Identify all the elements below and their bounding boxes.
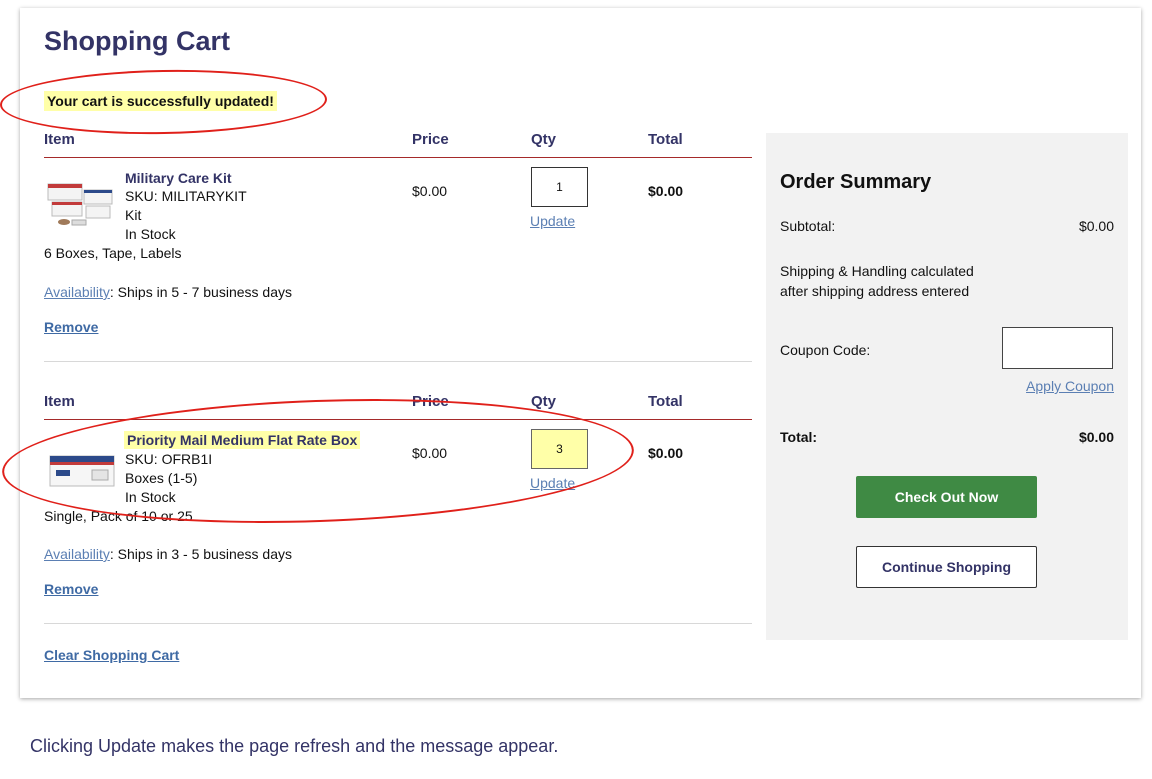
item-sku: SKU: OFRB1I bbox=[125, 451, 213, 467]
caption: Clicking Update makes the page refresh a… bbox=[30, 736, 559, 756]
subtotal-value: $0.00 bbox=[1078, 218, 1114, 234]
item-stock: In Stock bbox=[125, 226, 176, 242]
item-sku: SKU: MILITARYKIT bbox=[125, 188, 247, 204]
checkout-button[interactable]: Check Out Now bbox=[856, 476, 1037, 518]
apply-coupon-link[interactable]: Apply Coupon bbox=[1026, 378, 1114, 394]
update-link[interactable]: Update bbox=[530, 475, 575, 491]
success-message: Your cart is successfully updated! bbox=[44, 91, 277, 111]
coupon-label: Coupon Code: bbox=[780, 342, 871, 358]
availability-text: : Ships in 3 - 5 business days bbox=[109, 546, 292, 562]
availability-text: : Ships in 5 - 7 business days bbox=[109, 284, 292, 300]
total-label: Total: bbox=[780, 429, 818, 445]
col-header-qty: Qty bbox=[531, 131, 557, 148]
item-description: 6 Boxes, Tape, Labels bbox=[44, 245, 182, 261]
availability-link[interactable]: Availability bbox=[44, 546, 110, 562]
subtotal-label: Subtotal: bbox=[780, 218, 836, 234]
col-header-item: Item bbox=[44, 393, 75, 410]
col-header-item: Item bbox=[44, 131, 75, 148]
quantity-input[interactable]: 1 bbox=[531, 167, 588, 207]
col-header-qty: Qty bbox=[531, 393, 557, 410]
col-header-price: Price bbox=[412, 393, 449, 410]
item-description: Single, Pack of 10 or 25 bbox=[44, 508, 193, 524]
shipping-note-line1: Shipping & Handling calculated bbox=[780, 263, 974, 279]
coupon-input[interactable] bbox=[1002, 327, 1113, 369]
shipping-note-line2: after shipping address entered bbox=[780, 283, 970, 299]
availability-line: Availability: Ships in 5 - 7 business da… bbox=[44, 284, 292, 300]
col-header-total: Total bbox=[648, 393, 683, 410]
item-price: $0.00 bbox=[412, 183, 448, 199]
item-total: $0.00 bbox=[648, 183, 684, 199]
total-value: $0.00 bbox=[1078, 429, 1114, 445]
page-title: Shopping Cart bbox=[44, 26, 230, 56]
flat-rate-box-image bbox=[49, 455, 115, 487]
item-type: Kit bbox=[125, 207, 142, 223]
availability-line: Availability: Ships in 3 - 5 business da… bbox=[44, 546, 292, 562]
summary-title: Order Summary bbox=[780, 171, 932, 193]
availability-link[interactable]: Availability bbox=[44, 284, 110, 300]
item-divider bbox=[44, 623, 752, 624]
item-type: Boxes (1-5) bbox=[125, 470, 198, 486]
header-divider bbox=[44, 419, 752, 420]
item-divider bbox=[44, 361, 752, 362]
order-summary: Order Summary Subtotal: $0.00 Shipping &… bbox=[766, 133, 1128, 640]
remove-link[interactable]: Remove bbox=[44, 581, 98, 597]
item-name[interactable]: Priority Mail Medium Flat Rate Box bbox=[124, 431, 361, 449]
item-stock: In Stock bbox=[125, 489, 176, 505]
col-header-price: Price bbox=[412, 131, 449, 148]
cart-card: Shopping Cart Your cart is successfully … bbox=[0, 8, 1141, 698]
quantity-input[interactable]: 3 bbox=[531, 429, 588, 469]
remove-link[interactable]: Remove bbox=[44, 319, 98, 335]
clear-cart-link[interactable]: Clear Shopping Cart bbox=[44, 647, 179, 663]
update-link[interactable]: Update bbox=[530, 213, 575, 229]
header-divider bbox=[44, 157, 752, 158]
col-header-total: Total bbox=[648, 131, 683, 148]
item-total: $0.00 bbox=[648, 445, 684, 461]
continue-shopping-button[interactable]: Continue Shopping bbox=[856, 546, 1037, 588]
boxes-kit-image bbox=[47, 183, 113, 226]
item-name[interactable]: Military Care Kit bbox=[125, 170, 232, 186]
item-price: $0.00 bbox=[412, 445, 448, 461]
